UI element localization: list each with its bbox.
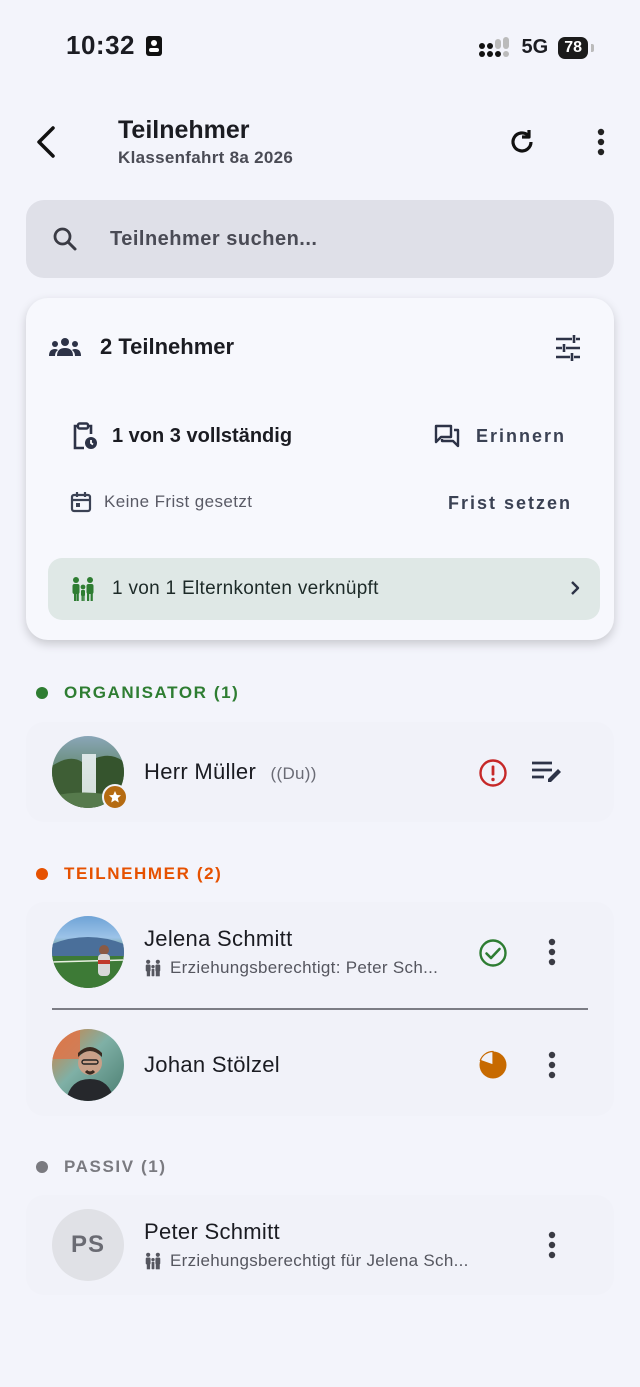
participants-card: Jelena Schmitt Erziehungsberechtigt: Pet… [26, 902, 614, 1116]
star-icon [109, 791, 121, 803]
section-dot [36, 1161, 48, 1173]
arrow-back-icon [37, 126, 55, 158]
stadium-photo [52, 937, 124, 988]
linked-parents-label: 1 von 1 Elternkonten verknüpft [112, 578, 379, 599]
passive-card: PS Peter Schmitt Erziehungsberechtigt fü… [26, 1195, 614, 1295]
avatar: PS [52, 1209, 124, 1281]
network-label: 5G [521, 36, 549, 58]
filter-button[interactable] [554, 334, 584, 364]
progress-pie-icon [479, 1050, 507, 1079]
participant-count: 2 Teilnehmer [48, 334, 234, 360]
person-name: Johan Stölzel [144, 1052, 280, 1077]
avatar-initials: PS [70, 1231, 105, 1258]
list-item-johan[interactable]: Johan Stölzel [26, 1015, 614, 1115]
more-vert-button[interactable] [542, 1049, 562, 1081]
chat-icon [434, 424, 460, 448]
clipboard-clock-icon [73, 422, 97, 450]
alert-icon [479, 759, 507, 787]
portrait-photo [52, 1029, 114, 1101]
search-bar[interactable] [26, 200, 614, 278]
more-vert-icon [548, 1231, 556, 1259]
set-deadline-button[interactable]: Frist setzen [448, 493, 572, 514]
deadline-status: Keine Frist gesetzt [70, 491, 252, 513]
remind-button[interactable]: Erinnern [434, 424, 566, 448]
tune-icon [556, 335, 580, 361]
person-name: Herr Müller ((Du)) [144, 759, 317, 784]
more-vert-button[interactable] [542, 936, 562, 968]
page-title: Teilnehmer [118, 116, 250, 144]
divider [52, 1008, 588, 1010]
more-options-button[interactable] [584, 120, 618, 164]
section-dot [36, 687, 48, 699]
status-time: 10:32 [66, 30, 163, 61]
guardian-info: Erziehungsberechtigt für Jelena Sch... [144, 1251, 469, 1271]
avatar [52, 1029, 124, 1101]
completion-status: 1 von 3 vollständig [72, 422, 292, 450]
check-circle-icon [479, 939, 507, 967]
family-icon [72, 577, 94, 601]
family-icon [145, 1252, 161, 1270]
status-indicators: 5G 78 [478, 36, 594, 59]
section-header-passive: PASSIV (1) [36, 1157, 167, 1177]
avatar [52, 916, 124, 988]
back-button[interactable] [28, 118, 64, 166]
section-dot [36, 868, 48, 880]
linked-parents-banner[interactable]: 1 von 1 Elternkonten verknüpft [48, 558, 600, 620]
id-card-icon [146, 35, 162, 56]
more-vert-icon [548, 938, 556, 966]
self-tag: ((Du)) [270, 764, 317, 783]
list-item-peter[interactable]: PS Peter Schmitt Erziehungsberechtigt fü… [26, 1195, 614, 1295]
more-vert-icon [548, 1051, 556, 1079]
list-item-organizer[interactable]: Herr Müller ((Du)) [26, 722, 614, 822]
search-input[interactable] [110, 227, 530, 251]
organizer-card: Herr Müller ((Du)) [26, 722, 614, 822]
family-icon [145, 959, 161, 977]
guardian-info: Erziehungsberechtigt: Peter Sch... [144, 958, 438, 978]
refresh-button[interactable] [500, 120, 544, 164]
section-header-participants: TEILNEHMER (2) [36, 864, 222, 884]
refresh-icon [511, 130, 533, 153]
group-icon [49, 338, 81, 356]
more-vert-icon [597, 128, 605, 156]
search-icon [53, 227, 77, 251]
more-vert-button[interactable] [542, 1229, 562, 1261]
section-header-organizer: ORGANISATOR (1) [36, 683, 239, 703]
page-subtitle: Klassenfahrt 8a 2026 [118, 148, 294, 167]
edit-list-button[interactable] [530, 758, 566, 788]
list-item-jelena[interactable]: Jelena Schmitt Erziehungsberechtigt: Pet… [26, 902, 614, 1002]
battery-indicator: 78 [558, 36, 594, 59]
edit-note-icon [532, 761, 561, 782]
person-name: Peter Schmitt [144, 1219, 280, 1244]
summary-card: 2 Teilnehmer 1 von 3 vollständig Erinner… [26, 298, 614, 640]
person-name: Jelena Schmitt [144, 926, 293, 951]
calendar-icon [70, 492, 92, 513]
organizer-badge [102, 784, 128, 810]
signal-icon [478, 36, 509, 57]
chevron-right-icon [571, 581, 580, 595]
